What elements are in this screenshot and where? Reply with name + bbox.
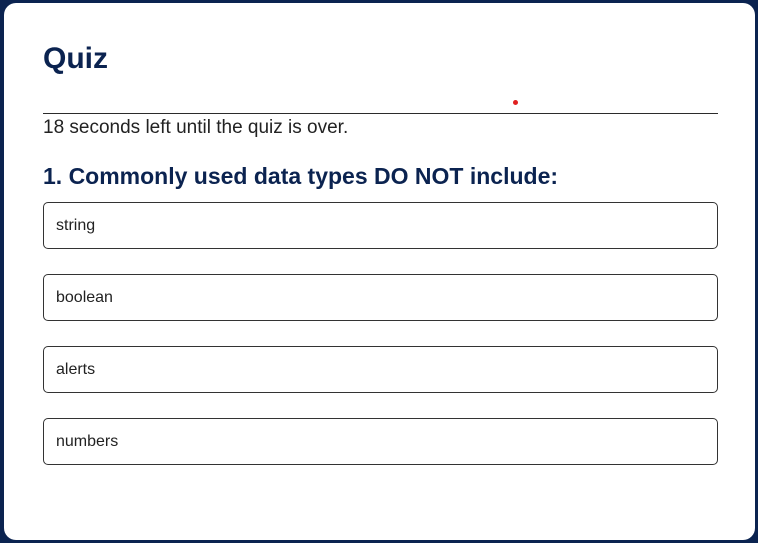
answer-option-boolean[interactable]: boolean [43,274,718,321]
answer-option-numbers[interactable]: numbers [43,418,718,465]
title-divider [43,113,718,114]
timer-text: 18 seconds left until the quiz is over. [43,117,349,138]
cursor-dot [513,100,518,105]
question-text: 1. Commonly used data types DO NOT inclu… [43,163,559,189]
answer-list: string boolean alerts numbers [43,202,718,490]
quiz-card: Quiz 18 seconds left until the quiz is o… [4,3,755,540]
page-title: Quiz [43,42,108,75]
answer-option-string[interactable]: string [43,202,718,249]
answer-option-alerts[interactable]: alerts [43,346,718,393]
